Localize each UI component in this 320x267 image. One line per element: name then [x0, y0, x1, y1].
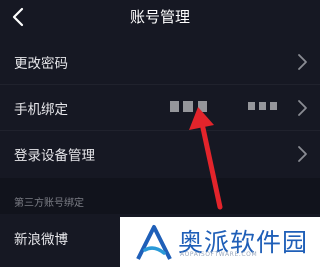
watermark-subtext: AOPAISOFTWARE.COM [180, 251, 258, 258]
watermark: 奥派软件园 AOPAISOFTWARE.COM [120, 217, 320, 267]
watermark-logo-icon [136, 225, 172, 260]
